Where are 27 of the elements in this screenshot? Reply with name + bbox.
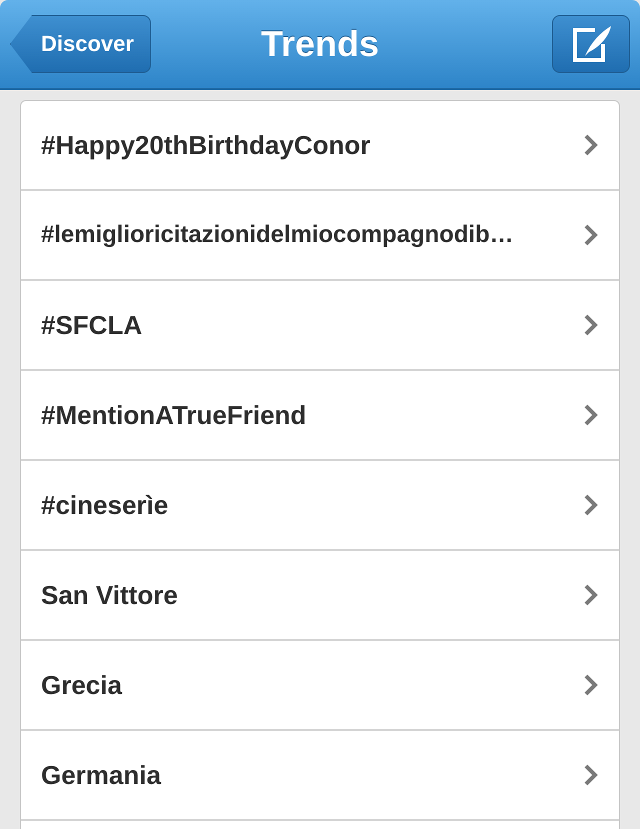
trend-row[interactable]: Germania	[21, 731, 619, 821]
trend-label: #SFCLA	[41, 310, 144, 340]
trend-row[interactable]: #MentionATrueFriend	[21, 371, 619, 461]
trend-label: #cineserìe	[41, 490, 170, 520]
chevron-icon	[583, 583, 599, 607]
chevron-icon	[583, 763, 599, 787]
trend-row[interactable]: #Happy20thBirthdayConor	[21, 101, 619, 191]
chevron-icon	[583, 223, 599, 247]
chevron-icon	[583, 133, 599, 157]
trend-row[interactable]: #cineserìe	[21, 461, 619, 551]
trend-row[interactable]: #lemiglioricitazionidelmiocompagnodib…	[21, 191, 619, 281]
chevron-icon	[583, 313, 599, 337]
trend-label: #lemiglioricitazionidelmiocompagnodib…	[41, 221, 515, 249]
compose-button[interactable]	[552, 15, 630, 73]
trend-row[interactable]: San Vittore	[21, 551, 619, 641]
trend-label: Germania	[41, 760, 162, 790]
trend-label: Grecia	[41, 670, 124, 700]
chevron-icon	[583, 493, 599, 517]
back-button[interactable]: Discover	[10, 15, 151, 73]
trend-row[interactable]: #SFCLA	[21, 281, 619, 371]
chevron-icon	[583, 403, 599, 427]
trend-row[interactable]: Grecia	[21, 641, 619, 731]
trend-label: San Vittore	[41, 580, 179, 610]
trend-label: #MentionATrueFriend	[41, 400, 308, 430]
chevron-icon	[583, 673, 599, 697]
trend-label: #Happy20thBirthdayConor	[41, 130, 372, 160]
screen-title: Trends	[260, 23, 380, 65]
